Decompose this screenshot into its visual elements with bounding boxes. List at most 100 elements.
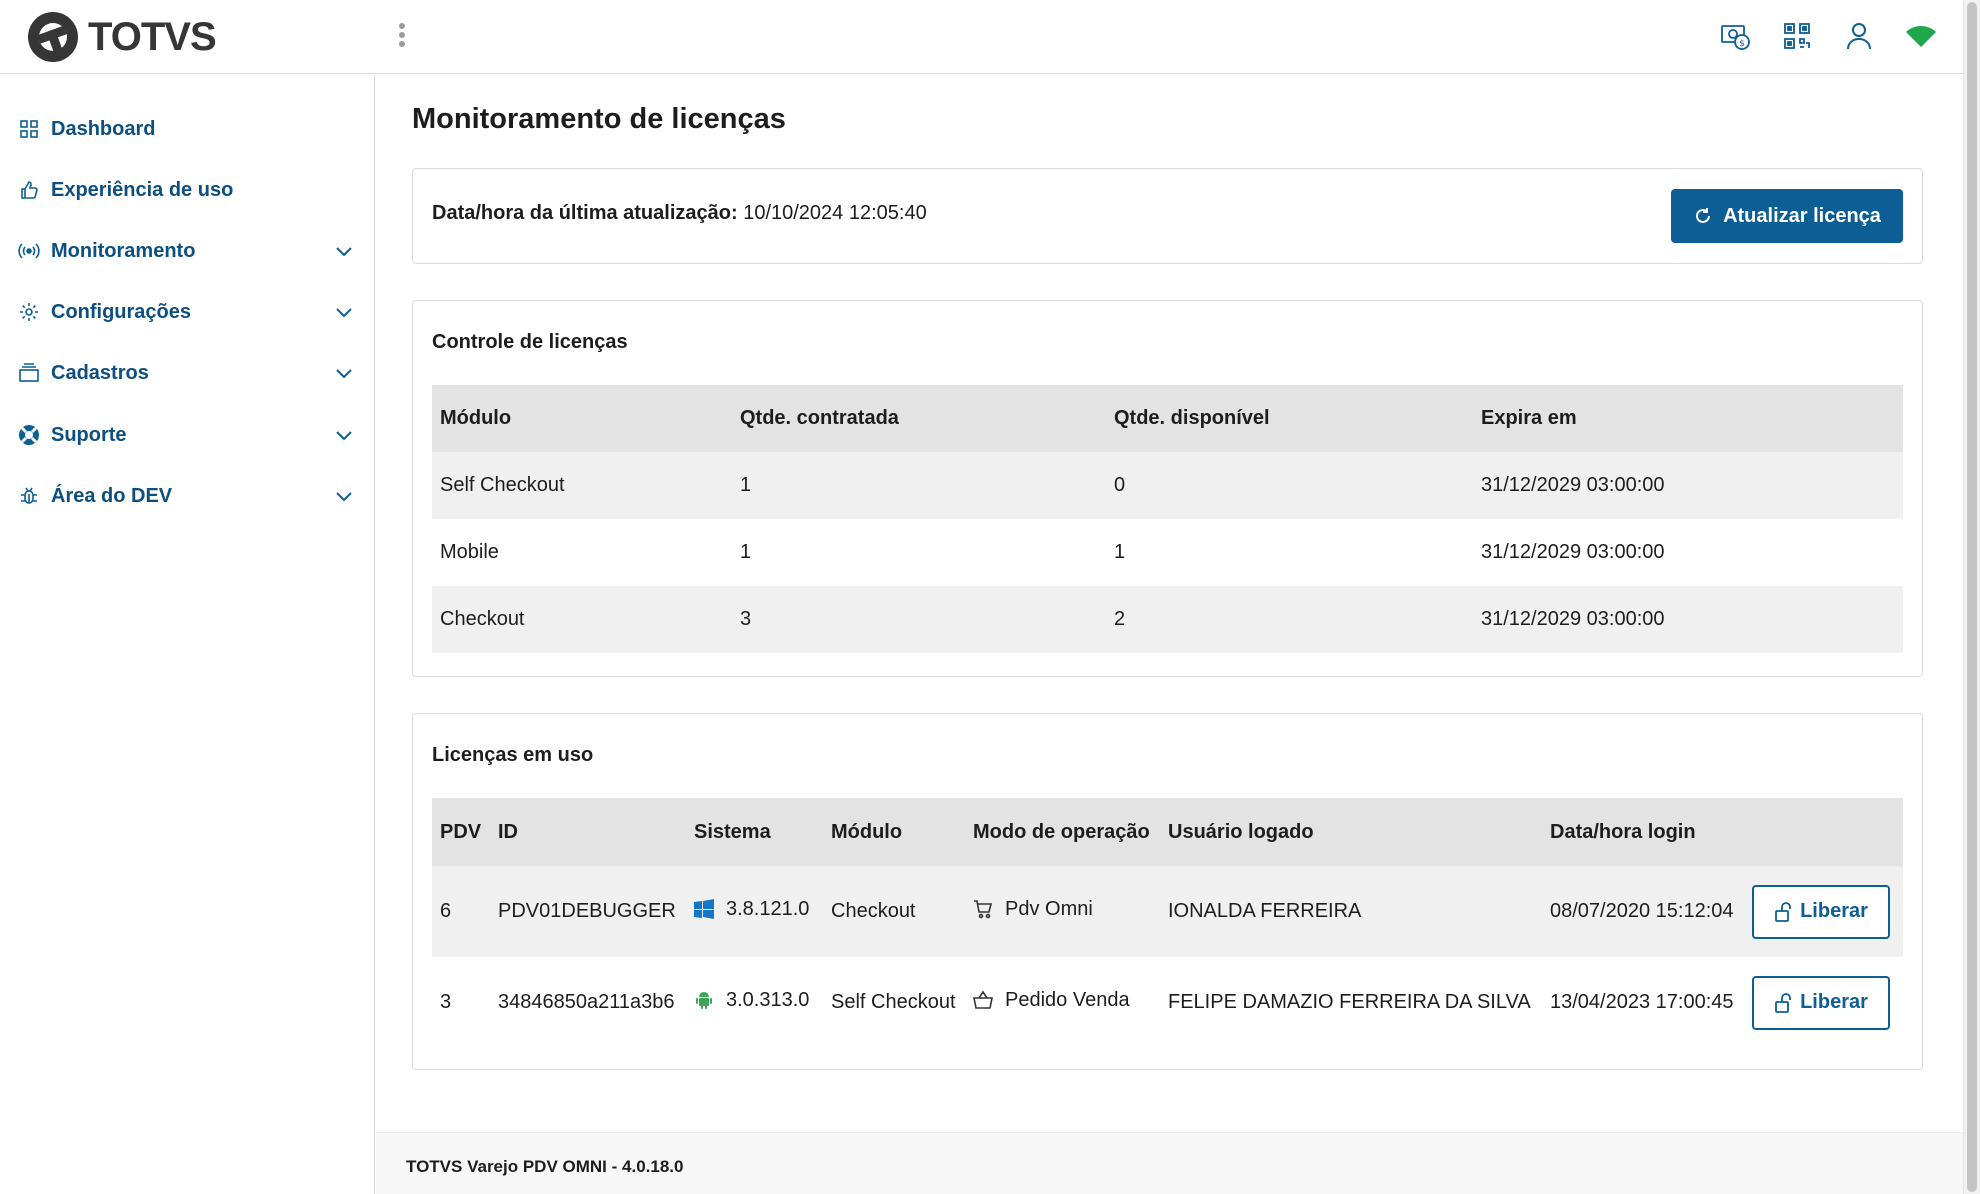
release-license-button[interactable]: Liberar — [1752, 975, 1890, 1030]
sidebar-item-label: Cadastros — [51, 361, 149, 384]
cell-module: Self Checkout — [432, 452, 732, 519]
cell-available: 0 — [1106, 452, 1473, 519]
vertical-scrollbar[interactable] — [1963, 0, 1980, 1194]
cell-module: Checkout — [432, 586, 732, 653]
licenses-in-use-title: Licenças em uso — [432, 744, 594, 766]
cart-icon — [974, 900, 993, 919]
last-update-value: 10/10/2024 12:05:40 — [743, 202, 927, 224]
cell-action: Liberar — [1744, 866, 1903, 957]
broadcast-icon — [18, 240, 40, 262]
refresh-license-button[interactable]: Atualizar licença — [1671, 189, 1903, 243]
chevron-down-icon — [336, 492, 352, 502]
sidebar-item-label: Suporte — [51, 423, 127, 446]
qr-code-icon[interactable] — [1777, 16, 1817, 56]
operation-mode: Pdv Omni — [1005, 897, 1093, 920]
totvs-logo-icon — [28, 12, 78, 62]
sidebar-item-area-dev[interactable]: Área do DEV — [0, 472, 374, 520]
licenses-in-use-table: PDV ID Sistema Módulo Modo de operação U… — [432, 798, 1903, 1048]
kebab-dot — [399, 23, 405, 29]
cell-contracted: 3 — [732, 586, 1106, 653]
sidebar-toggle-kebab[interactable] — [395, 21, 409, 53]
table-header-row: Módulo Qtde. contratada Qtde. disponível… — [432, 385, 1903, 452]
cell-module: Checkout — [823, 866, 965, 957]
cell-id: 34846850a211a3b6 — [490, 957, 686, 1048]
totvs-logo[interactable]: TOTVS — [26, 10, 217, 64]
column-header: PDV — [432, 798, 490, 866]
last-update-card: Data/hora da última atualização: 10/10/2… — [412, 168, 1923, 264]
cell-id: PDV01DEBUGGER — [490, 866, 686, 957]
column-header-actions — [1744, 798, 1903, 866]
logo-text: TOTVS — [88, 14, 217, 59]
last-update-text: Data/hora da última atualização: 10/10/2… — [432, 202, 927, 225]
chevron-down-icon — [336, 247, 352, 257]
column-header: Data/hora login — [1542, 798, 1744, 866]
cell-user: IONALDA FERREIRA — [1160, 866, 1542, 957]
system-version: 3.0.313.0 — [726, 988, 810, 1011]
chevron-down-icon — [336, 369, 352, 379]
cell-contracted: 1 — [732, 519, 1106, 586]
licenses-in-use-card: Licenças em uso PDV ID Sistema Módulo Mo… — [412, 713, 1923, 1070]
sidebar-item-label: Configurações — [51, 300, 192, 323]
cell-action: Liberar — [1744, 957, 1903, 1048]
column-header: Módulo — [823, 798, 965, 866]
table-row: Mobile 1 1 31/12/2029 03:00:00 — [432, 519, 1903, 586]
chevron-down-icon — [336, 431, 352, 441]
sidebar-item-monitoramento[interactable]: Monitoramento — [0, 227, 374, 275]
top-header: TOTVS $ — [0, 0, 1963, 74]
cash-register-icon[interactable]: $ — [1715, 16, 1755, 56]
bug-icon — [18, 485, 40, 507]
user-icon[interactable] — [1839, 16, 1879, 56]
dashboard-grid-icon — [18, 118, 40, 140]
last-update-label: Data/hora da última atualização: — [432, 202, 738, 224]
kebab-dot — [399, 41, 405, 47]
kebab-dot — [399, 32, 405, 38]
cell-available: 1 — [1106, 519, 1473, 586]
cell-expires: 31/12/2029 03:00:00 — [1473, 519, 1903, 586]
column-header: Usuário logado — [1160, 798, 1542, 866]
sidebar-item-label: Área do DEV — [51, 484, 173, 507]
cell-system: 3.0.313.0 — [686, 957, 823, 1048]
column-header: Qtde. disponível — [1106, 385, 1473, 452]
basket-icon — [973, 990, 993, 1010]
cell-system: 3.8.121.0 — [686, 866, 823, 957]
table-row: Self Checkout 1 0 31/12/2029 03:00:00 — [432, 452, 1903, 519]
license-control-title: Controle de licenças — [432, 331, 628, 353]
license-control-card: Controle de licenças Módulo Qtde. contra… — [412, 300, 1923, 677]
column-header: Modo de operação — [965, 798, 1160, 866]
footer: TOTVS Varejo PDV OMNI - 4.0.18.0 — [376, 1132, 1963, 1194]
cell-module: Self Checkout — [823, 957, 965, 1048]
column-header: ID — [490, 798, 686, 866]
cell-user: FELIPE DAMAZIO FERREIRA DA SILVA — [1160, 957, 1542, 1048]
scrollbar-thumb[interactable] — [1967, 2, 1977, 1192]
system-version: 3.8.121.0 — [726, 897, 810, 920]
cell-available: 2 — [1106, 586, 1473, 653]
cell-pdv: 6 — [432, 866, 490, 957]
app-window: TOTVS $ Dashboard Experiência de uso Mon… — [0, 0, 1963, 1194]
sidebar-item-label: Dashboard — [51, 117, 156, 140]
sidebar-item-suporte[interactable]: Suporte — [0, 411, 374, 459]
android-icon — [696, 992, 712, 1010]
cell-login: 13/04/2023 17:00:45 — [1542, 957, 1744, 1048]
sidebar-item-configuracoes[interactable]: Configurações — [0, 288, 374, 336]
release-license-label: Liberar — [1800, 900, 1868, 922]
column-header: Expira em — [1473, 385, 1903, 452]
cell-mode: Pedido Venda — [965, 957, 1160, 1048]
sidebar-item-cadastros[interactable]: Cadastros — [0, 349, 374, 397]
chevron-down-icon — [336, 308, 352, 318]
refresh-icon — [1696, 208, 1711, 223]
unlock-icon — [1775, 992, 1791, 1013]
release-license-button[interactable]: Liberar — [1752, 884, 1890, 939]
lifebuoy-icon — [18, 424, 40, 446]
cell-login: 08/07/2020 15:12:04 — [1542, 866, 1744, 957]
wifi-icon[interactable] — [1901, 16, 1941, 56]
release-license-label: Liberar — [1800, 991, 1868, 1013]
unlock-icon — [1775, 901, 1791, 922]
sidebar-item-dashboard[interactable]: Dashboard — [0, 105, 374, 153]
table-row: 6 PDV01DEBUGGER 3.8.121.0 Checkout Pdv O… — [432, 866, 1903, 957]
thumbs-up-icon — [18, 179, 40, 201]
sidebar-item-label: Experiência de uso — [51, 178, 234, 201]
cell-module: Mobile — [432, 519, 732, 586]
svg-text:$: $ — [1739, 39, 1745, 49]
sidebar-item-experiencia[interactable]: Experiência de uso — [0, 166, 374, 214]
cell-expires: 31/12/2029 03:00:00 — [1473, 586, 1903, 653]
